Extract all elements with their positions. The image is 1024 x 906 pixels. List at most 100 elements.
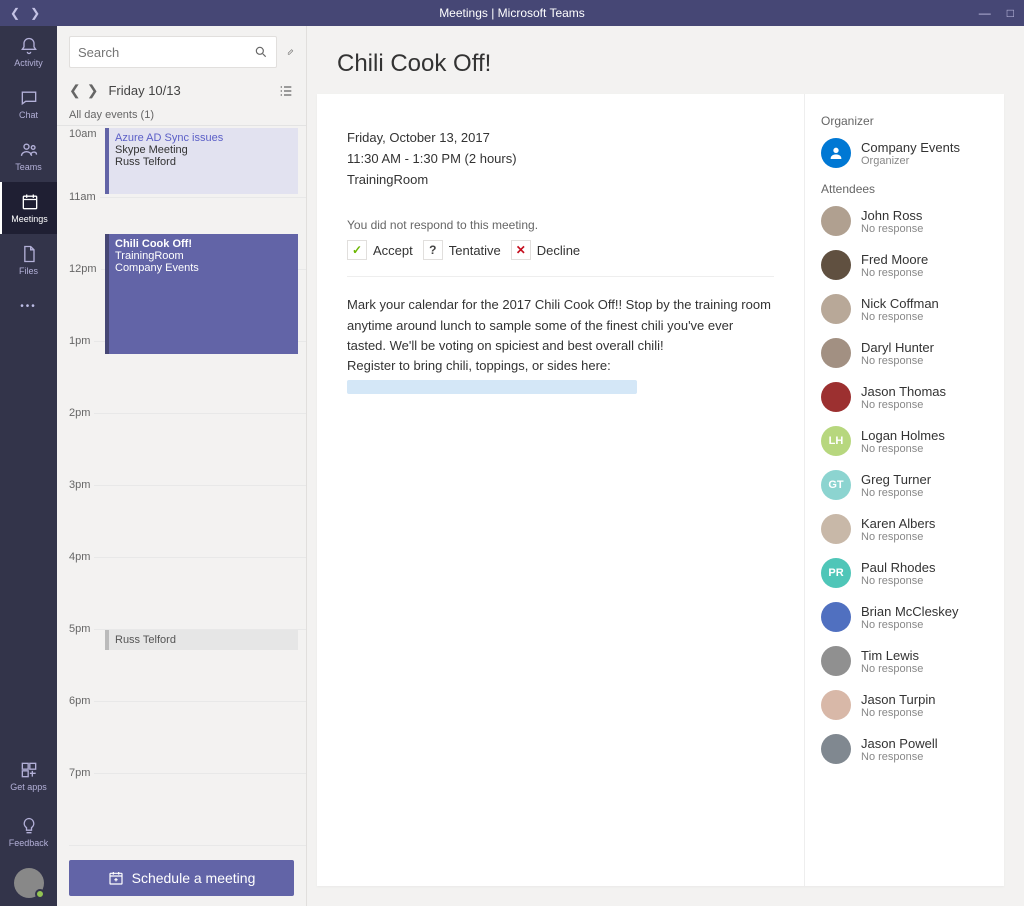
hour-label: 7pm: [69, 767, 94, 779]
attendee-name: Nick Coffman: [861, 296, 939, 311]
attendee-name: Jason Thomas: [861, 384, 946, 399]
person-avatar-icon: [821, 138, 851, 168]
event-private[interactable]: Russ Telford: [105, 630, 298, 650]
attendee-name: Brian McCleskey: [861, 604, 959, 619]
x-icon: ✕: [511, 240, 531, 260]
accept-button[interactable]: ✓ Accept: [347, 240, 413, 260]
search-field[interactable]: [78, 45, 254, 60]
app-rail: Activity Chat Teams Meetings Files ••• G…: [0, 26, 57, 906]
attendee-status: No response: [861, 487, 931, 499]
event-organizer: Russ Telford: [115, 156, 292, 168]
rail-activity[interactable]: Activity: [0, 26, 57, 78]
prev-day-icon[interactable]: ❮: [69, 82, 81, 99]
attendee-row[interactable]: Jason ThomasNo response: [821, 382, 988, 412]
meeting-location: TrainingRoom: [347, 170, 774, 191]
rail-getapps[interactable]: Get apps: [0, 750, 57, 802]
question-icon: ?: [423, 240, 443, 260]
avatar-icon: [821, 646, 851, 676]
hour-label: 6pm: [69, 695, 94, 707]
rail-meetings[interactable]: Meetings: [0, 182, 57, 234]
rail-getapps-label: Get apps: [10, 782, 47, 792]
search-input[interactable]: [69, 36, 277, 68]
attendee-row[interactable]: Fred MooreNo response: [821, 250, 988, 280]
rail-feedback[interactable]: Feedback: [0, 806, 57, 858]
attendee-row[interactable]: Nick CoffmanNo response: [821, 294, 988, 324]
all-day-events[interactable]: All day events (1): [57, 107, 306, 126]
avatar-icon: [821, 514, 851, 544]
attendee-panel: Organizer Company Events Organizer Atten…: [804, 94, 1004, 886]
titlebar: ❮ ❯ Meetings | Microsoft Teams — □: [0, 0, 1024, 26]
meeting-detail-panel: Chili Cook Off! Friday, October 13, 2017…: [307, 26, 1024, 906]
calendar-panel: ❮ ❯ Friday 10/13 All day events (1) 10am…: [57, 26, 307, 906]
attendee-status: No response: [861, 355, 934, 367]
attendee-name: Karen Albers: [861, 516, 935, 531]
event-azure-sync[interactable]: Azure AD Sync issues Skype Meeting Russ …: [105, 128, 298, 194]
maximize-icon[interactable]: □: [1007, 6, 1014, 20]
attendee-row[interactable]: Karen AlbersNo response: [821, 514, 988, 544]
attendee-status: No response: [861, 707, 935, 719]
decline-button[interactable]: ✕ Decline: [511, 240, 580, 260]
tentative-label: Tentative: [449, 243, 501, 258]
current-date: Friday 10/13: [108, 83, 180, 98]
hour-label: 3pm: [69, 479, 94, 491]
rail-more-icon[interactable]: •••: [0, 286, 57, 326]
attendee-row[interactable]: PRPaul RhodesNo response: [821, 558, 988, 588]
meeting-title: Chili Cook Off!: [337, 50, 994, 78]
attendee-status: No response: [861, 443, 945, 455]
calendar-plus-icon: [108, 870, 124, 886]
next-day-icon[interactable]: ❯: [87, 82, 99, 99]
attendee-status: No response: [861, 311, 939, 323]
decline-label: Decline: [537, 243, 580, 258]
hour-label: 2pm: [69, 407, 94, 419]
compose-icon[interactable]: [287, 43, 294, 61]
attendee-row[interactable]: LHLogan HolmesNo response: [821, 426, 988, 456]
attendee-row[interactable]: Jason TurpinNo response: [821, 690, 988, 720]
meeting-time: 11:30 AM - 1:30 PM (2 hours): [347, 149, 774, 170]
attendee-row[interactable]: Daryl HunterNo response: [821, 338, 988, 368]
event-title: Chili Cook Off!: [115, 238, 292, 250]
rail-teams-label: Teams: [15, 162, 42, 172]
event-organizer: Company Events: [115, 262, 292, 274]
user-avatar[interactable]: [14, 868, 44, 898]
attendee-row[interactable]: John RossNo response: [821, 206, 988, 236]
agenda-view-icon[interactable]: [278, 83, 294, 99]
attendee-row[interactable]: Jason PowellNo response: [821, 734, 988, 764]
nav-back-icon[interactable]: ❮: [10, 6, 20, 20]
rail-chat[interactable]: Chat: [0, 78, 57, 130]
schedule-meeting-button[interactable]: Schedule a meeting: [69, 860, 294, 896]
presence-available-icon: [35, 889, 45, 899]
meeting-description-1: Mark your calendar for the 2017 Chili Co…: [347, 297, 771, 352]
avatar-icon: PR: [821, 558, 851, 588]
rail-meetings-label: Meetings: [11, 214, 48, 224]
check-icon: ✓: [347, 240, 367, 260]
attendee-row[interactable]: GTGreg TurnerNo response: [821, 470, 988, 500]
event-subtitle: Skype Meeting: [115, 144, 292, 156]
rail-chat-label: Chat: [19, 110, 38, 120]
attendee-row[interactable]: Brian McCleskeyNo response: [821, 602, 988, 632]
nav-forward-icon[interactable]: ❯: [30, 6, 40, 20]
hour-label: 1pm: [69, 335, 94, 347]
avatar-icon: [821, 338, 851, 368]
register-link[interactable]: [347, 380, 637, 394]
hour-label: 5pm: [69, 623, 94, 635]
avatar-icon: GT: [821, 470, 851, 500]
schedule-meeting-label: Schedule a meeting: [132, 870, 256, 886]
rail-teams[interactable]: Teams: [0, 130, 57, 182]
avatar-icon: [821, 294, 851, 324]
event-chili-cookoff[interactable]: Chili Cook Off! TrainingRoom Company Eve…: [105, 234, 298, 354]
tentative-button[interactable]: ? Tentative: [423, 240, 501, 260]
timeline: 10am11am12pm1pm2pm3pm4pm5pm6pm7pm Azure …: [57, 126, 306, 850]
accept-label: Accept: [373, 243, 413, 258]
attendee-row[interactable]: Tim LewisNo response: [821, 646, 988, 676]
attendee-name: Paul Rhodes: [861, 560, 935, 575]
attendee-name: Jason Powell: [861, 736, 938, 751]
rail-files[interactable]: Files: [0, 234, 57, 286]
minimize-icon[interactable]: —: [979, 6, 991, 20]
hour-label: 4pm: [69, 551, 94, 563]
hour-label: 12pm: [69, 263, 101, 275]
attendee-name: Fred Moore: [861, 252, 928, 267]
attendee-status: No response: [861, 751, 938, 763]
organizer-row[interactable]: Company Events Organizer: [821, 138, 988, 168]
event-location: TrainingRoom: [115, 250, 292, 262]
attendee-status: No response: [861, 223, 923, 235]
